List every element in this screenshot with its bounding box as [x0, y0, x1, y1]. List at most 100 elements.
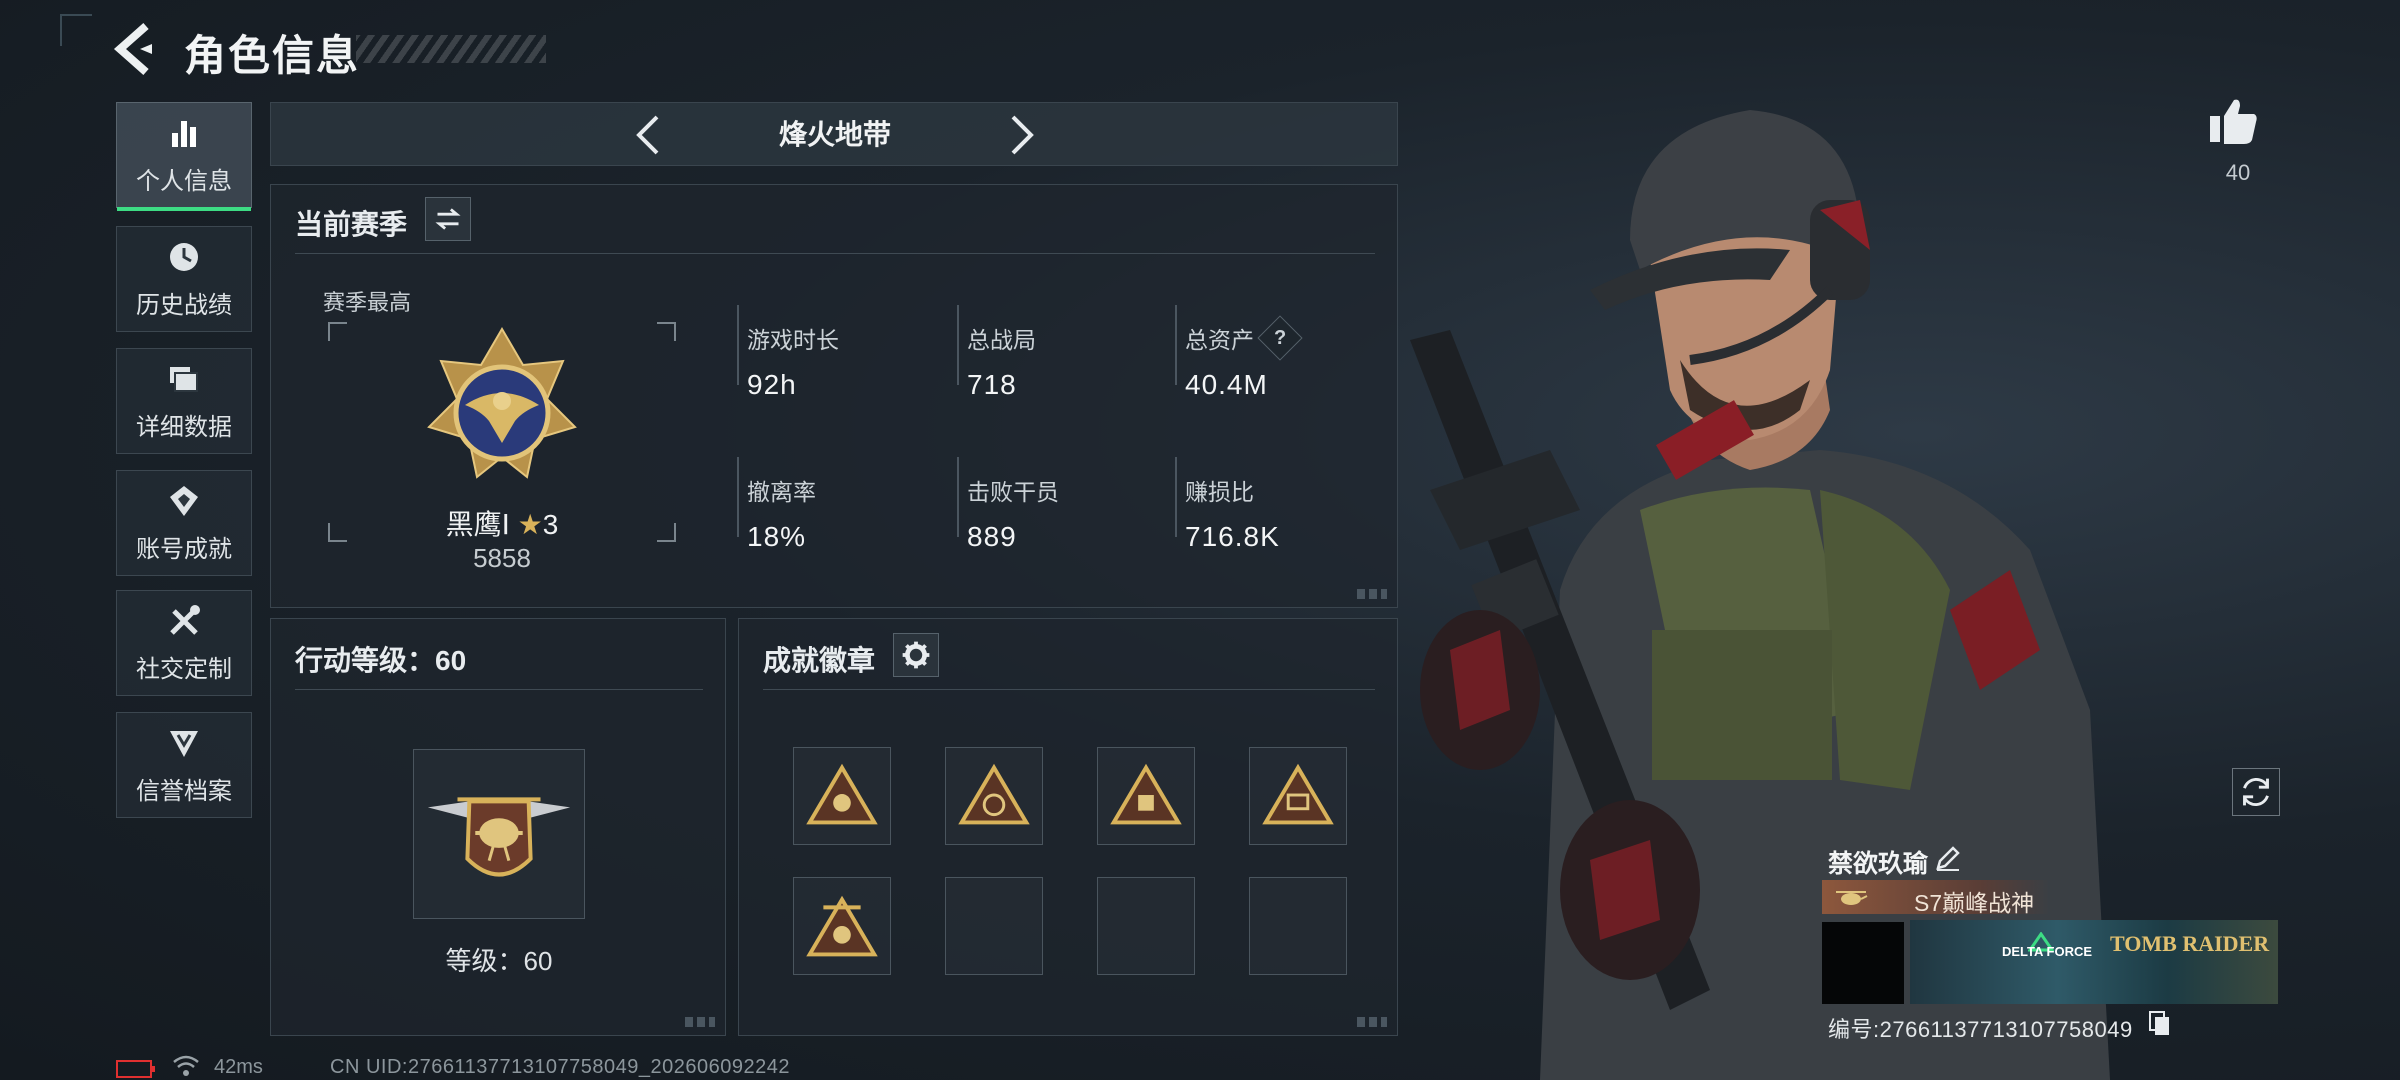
help-button[interactable]: ? — [1257, 315, 1303, 361]
stat-extract-rate: 撤离率 18% — [747, 473, 947, 553]
gear-icon — [902, 641, 930, 669]
stat-value: 92h — [747, 369, 797, 400]
rank-stars: 3 — [542, 509, 559, 540]
mode-label: 烽火地带 — [778, 119, 891, 150]
action-level-text: 等级：60 — [445, 946, 553, 976]
stat-value: 889 — [967, 521, 1017, 552]
sidebar-item-label: 历史战绩 — [136, 291, 232, 319]
banner-logo-tomb-raider: TOMB RAIDER — [2110, 931, 2270, 956]
sidebar-item-label: 详细数据 — [136, 413, 232, 441]
triangle-badge-icon — [806, 895, 878, 957]
stat-divider — [957, 457, 959, 537]
badge-slot-empty[interactable] — [1097, 877, 1195, 975]
stat-label: 击败干员 — [967, 479, 1059, 505]
profile-banner: DELTA FORCE TOMB RAIDER — [1910, 920, 2278, 1004]
badge-slot-empty[interactable] — [945, 877, 1043, 975]
badge-slot-empty[interactable] — [1249, 877, 1347, 975]
refresh-icon — [2243, 777, 2269, 807]
divider — [295, 689, 703, 690]
badge-slot-4[interactable] — [1249, 747, 1347, 845]
stat-label: 总战局 — [967, 327, 1036, 353]
panel-corner-decoration — [1357, 589, 1387, 599]
thumbs-up-icon[interactable] — [2208, 96, 2260, 146]
sidebar-item-achievements[interactable]: 账号成就 — [116, 470, 252, 576]
triangle-badge-icon — [1110, 763, 1182, 825]
sidebar-item-label: 信誉档案 — [136, 777, 232, 805]
badge-slot-3[interactable] — [1097, 747, 1195, 845]
badge-slot-2[interactable] — [945, 747, 1043, 845]
folder-stack-icon — [170, 366, 198, 392]
sidebar-item-label: 个人信息 — [136, 167, 232, 195]
page-title: 角色信息 — [184, 32, 361, 79]
stat-label: 游戏时长 — [747, 327, 839, 353]
sidebar-item-reputation[interactable]: 信誉档案 — [116, 712, 252, 818]
season-switch-button[interactable] — [425, 197, 471, 241]
history-clock-icon — [170, 242, 198, 271]
stat-label: 赚损比 — [1185, 479, 1254, 505]
sidebar-item-label: 社交定制 — [136, 655, 232, 683]
star-icon: ★ — [517, 509, 543, 540]
stat-value: 718 — [967, 369, 1017, 400]
stat-value: 40.4M — [1185, 369, 1268, 400]
stat-profit-ratio: 赚损比 716.8K — [1185, 473, 1385, 553]
tools-icon — [170, 604, 200, 635]
help-icon: ? — [1273, 327, 1287, 349]
rank-name: 黑鹰Ⅰ ★3 — [357, 503, 647, 543]
achievement-icon — [170, 485, 198, 516]
bar-chart-icon — [172, 120, 196, 147]
stat-divider — [1175, 305, 1177, 385]
player-name: 禁欲玖瑜 — [1828, 850, 1929, 878]
player-id: 编号:27661137713107758049 — [1828, 1017, 2133, 1042]
edit-pencil-icon[interactable] — [1934, 844, 1962, 872]
triangle-badge-icon — [806, 763, 878, 825]
rank-medal-icon — [427, 327, 577, 479]
badge-slot-5[interactable] — [793, 877, 891, 975]
divider — [763, 689, 1375, 690]
copy-icon[interactable] — [2148, 1010, 2170, 1036]
badge-settings-button[interactable] — [893, 633, 939, 677]
stat-divider — [737, 305, 739, 385]
sidebar-item-social-custom[interactable]: 社交定制 — [116, 590, 252, 696]
helicopter-emblem-icon — [427, 797, 571, 877]
sidebar-item-label: 账号成就 — [136, 535, 232, 563]
stat-total-matches: 总战局 718 — [967, 321, 1167, 401]
corner-decoration — [60, 14, 92, 46]
season-panel: 当前赛季 赛季最高 黑鹰Ⅰ ★3 5858 游戏时长 92h 总战局 718 总… — [270, 184, 1398, 608]
triangle-badge-icon — [1262, 763, 1334, 825]
stat-label: 总资产 ? — [1185, 315, 1385, 361]
sidebar-item-detailed-data[interactable]: 详细数据 — [116, 348, 252, 454]
stat-total-assets: 总资产 ? 40.4M — [1185, 315, 1385, 401]
title-decoration — [356, 35, 546, 63]
panel-corner-decoration — [685, 1017, 715, 1027]
badge-slot-1[interactable] — [793, 747, 891, 845]
level-emblem — [413, 749, 585, 919]
stat-value: 716.8K — [1185, 521, 1280, 552]
stat-kills: 击败干员 889 — [967, 473, 1167, 553]
player-title-text: S7巅峰战神 — [1914, 890, 2035, 916]
back-arrow-icon[interactable] — [112, 22, 158, 76]
rank-score: 5858 — [473, 543, 531, 573]
stat-divider — [737, 457, 739, 537]
stat-label-text: 总资产 — [1185, 327, 1254, 353]
title-helicopter-icon — [1836, 891, 1868, 905]
badges-title: 成就徽章 — [763, 645, 876, 676]
stat-label: 撤离率 — [747, 479, 816, 505]
divider — [295, 253, 1375, 254]
avatar[interactable] — [1822, 922, 1904, 1004]
mode-selector: 烽火地带 — [270, 102, 1398, 166]
stat-divider — [1175, 457, 1177, 537]
chevron-right-icon[interactable] — [1007, 113, 1037, 157]
sidebar-item-history[interactable]: 历史战绩 — [116, 226, 252, 332]
panel-corner-decoration — [1357, 1017, 1387, 1027]
wifi-icon — [173, 1055, 199, 1076]
season-header: 当前赛季 — [295, 209, 408, 240]
achievement-badges-panel: 成就徽章 — [738, 618, 1398, 1036]
stat-divider — [957, 305, 959, 385]
refresh-button[interactable] — [2232, 768, 2280, 816]
battery-icon — [116, 1060, 155, 1078]
stat-play-time: 游戏时长 92h — [747, 321, 947, 401]
sidebar-item-personal-info[interactable]: 个人信息 — [116, 102, 252, 211]
banner-logo-delta-force: DELTA FORCE — [2002, 944, 2093, 959]
action-level-title: 行动等级：60 — [295, 645, 467, 676]
shield-badge-icon — [170, 730, 198, 757]
